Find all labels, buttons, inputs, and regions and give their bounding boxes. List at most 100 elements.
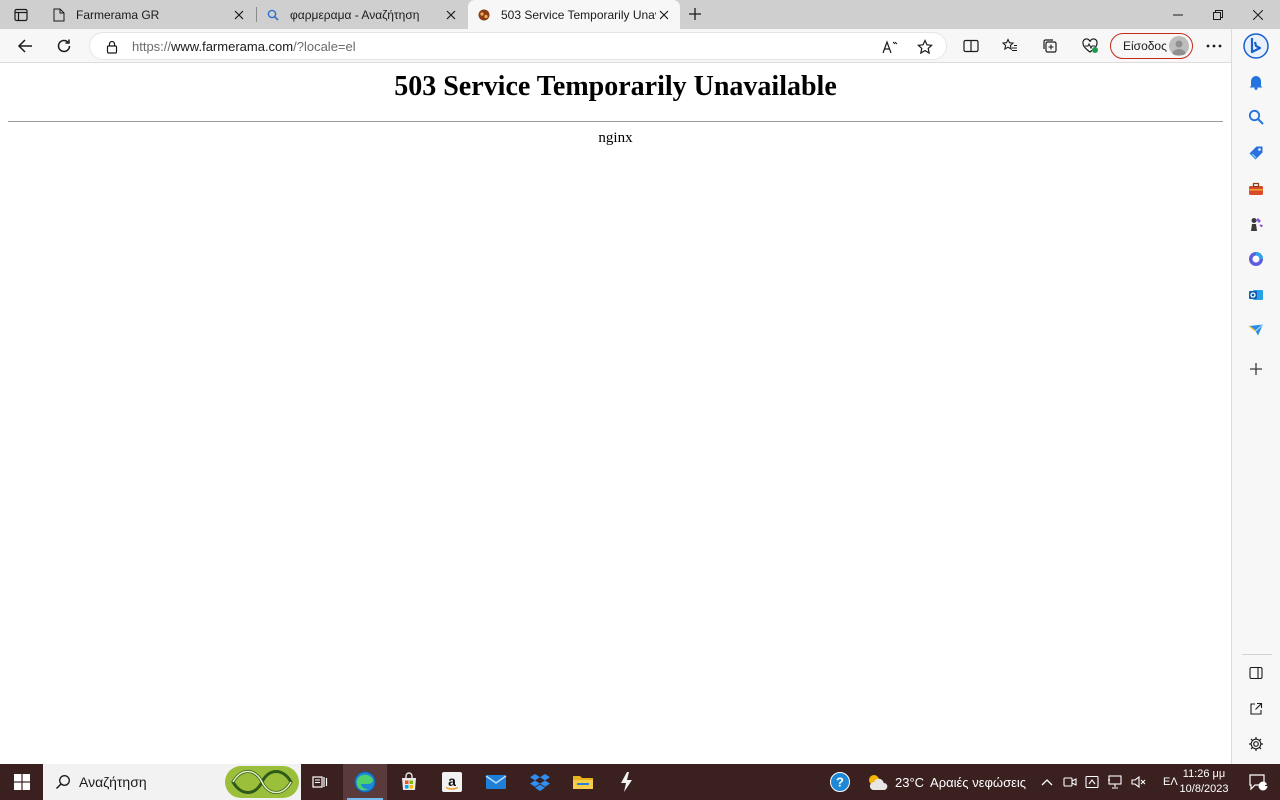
page-icon	[51, 7, 67, 23]
tab-label: φαρμεραμα - Αναζήτηση	[290, 7, 420, 22]
refresh-icon	[57, 39, 71, 53]
plus-icon	[689, 8, 701, 20]
address-bar[interactable]: https://www.farmerama.com/?locale=el	[89, 32, 947, 60]
partly-cloudy-icon	[869, 775, 888, 790]
more-icon	[1206, 44, 1222, 48]
favorite-button[interactable]	[913, 35, 937, 59]
network-icon[interactable]	[1107, 775, 1123, 789]
folder-icon	[573, 776, 593, 789]
volume-muted-icon[interactable]	[1131, 775, 1147, 789]
meet-now-icon[interactable]	[1063, 775, 1077, 789]
new-tab-button[interactable]	[684, 4, 706, 24]
favorites-button[interactable]	[996, 32, 1024, 60]
clock-date: 10/8/2023	[1179, 783, 1229, 795]
url-scheme: https://	[132, 39, 172, 54]
tab-503-error[interactable]: 503 Service Temporarily Unavaila	[468, 0, 680, 29]
url-text[interactable]: https://www.farmerama.com/?locale=el	[132, 39, 356, 54]
close-icon	[1253, 9, 1263, 20]
farmerama-favicon	[476, 7, 492, 23]
taskbar-mail[interactable]	[474, 764, 518, 800]
split-screen-icon	[963, 39, 979, 53]
sidebar-microsoft-365[interactable]	[1244, 247, 1268, 271]
close-tab-icon[interactable]	[656, 7, 672, 23]
svg-text:a: a	[448, 773, 456, 789]
restore-button[interactable]	[1198, 0, 1238, 29]
lock-icon[interactable]	[104, 39, 120, 55]
sidebar-shopping[interactable]	[1244, 141, 1268, 165]
bing-icon	[1243, 33, 1269, 59]
sidebar-hide[interactable]	[1244, 661, 1268, 685]
divider	[8, 121, 1223, 122]
favorites-list-icon	[1002, 38, 1017, 52]
settings-icon	[1249, 737, 1263, 751]
sidebar-games[interactable]	[1244, 212, 1268, 236]
weather-widget[interactable]: ? 23°C Αραιές νεφώσεις	[829, 764, 1026, 800]
browser-essentials-button[interactable]	[1076, 32, 1104, 60]
clock-time: 11:26 μμ	[1182, 768, 1226, 780]
taskbar-dropbox[interactable]	[518, 764, 562, 800]
mail-icon	[485, 775, 507, 789]
display-icon[interactable]	[1085, 775, 1099, 789]
collections-button[interactable]	[1036, 32, 1064, 60]
store-icon	[402, 772, 416, 790]
sidebar-tools[interactable]	[1244, 177, 1268, 201]
close-tab-icon[interactable]	[443, 7, 459, 23]
help-icon: ?	[830, 772, 850, 792]
collections-icon	[1043, 39, 1057, 53]
lightning-app-icon	[621, 772, 632, 792]
taskbar-edge[interactable]	[343, 764, 387, 800]
notification-count: 1	[1264, 778, 1270, 788]
amazon-icon: a	[442, 772, 462, 792]
error-heading: 503 Service Temporarily Unavailable	[394, 71, 837, 102]
read-aloud-button[interactable]	[878, 35, 902, 59]
system-tray: ΕΛ	[1041, 764, 1178, 800]
sidebar-detach[interactable]	[1244, 697, 1268, 721]
tab-farmerama-gr[interactable]: Farmerama GR	[43, 0, 255, 29]
chevron-up-icon[interactable]	[1041, 778, 1053, 786]
sidebar-outlook[interactable]	[1244, 283, 1268, 307]
tab-label: 503 Service Temporarily Unavaila	[501, 7, 656, 22]
taskbar-clock[interactable]: 11:26 μμ 10/8/2023	[1176, 767, 1232, 797]
windows-taskbar: Αναζήτηση a ? 23°C Αραιές νεφώσεις ΕΛ 11…	[0, 764, 1280, 800]
heart-pulse-icon	[1082, 38, 1098, 53]
search-highlight-icon[interactable]	[225, 766, 299, 798]
notification-center-button[interactable]: 1	[1236, 764, 1280, 800]
sidebar-notifications[interactable]	[1244, 70, 1268, 94]
profile-icon	[1172, 40, 1186, 55]
svg-text:?: ?	[836, 775, 844, 790]
taskbar-amazon[interactable]: a	[430, 764, 474, 800]
sign-in-label: Είσοδος	[1123, 39, 1167, 53]
task-view-button[interactable]	[298, 764, 342, 800]
dropbox-icon	[530, 774, 550, 791]
bing-chat-button[interactable]	[1242, 31, 1270, 61]
sidebar-add[interactable]	[1244, 357, 1268, 381]
start-button[interactable]	[0, 764, 43, 800]
tab-actions-button[interactable]	[8, 5, 34, 25]
sidebar-settings[interactable]	[1244, 732, 1268, 756]
close-tab-icon[interactable]	[231, 7, 247, 23]
more-menu-button[interactable]	[1200, 32, 1228, 60]
split-screen-button[interactable]	[957, 32, 985, 60]
star-icon	[917, 39, 933, 55]
sign-in-button[interactable]: Είσοδος	[1110, 33, 1193, 59]
taskbar-app-lightning[interactable]	[604, 764, 648, 800]
search-icon	[1248, 109, 1264, 125]
refresh-button[interactable]	[50, 32, 78, 60]
server-name: nginx	[598, 130, 633, 146]
search-icon	[55, 774, 71, 790]
taskbar-file-explorer[interactable]	[561, 764, 605, 800]
minimize-button[interactable]	[1158, 0, 1198, 29]
back-button[interactable]	[11, 32, 39, 60]
sidebar-search[interactable]	[1244, 105, 1268, 129]
task-view-icon	[312, 776, 328, 788]
sidebar-drop[interactable]	[1244, 318, 1268, 342]
tab-search[interactable]: φαρμεραμα - Αναζήτηση	[257, 0, 467, 29]
tag-icon	[1249, 146, 1263, 160]
close-window-button[interactable]	[1238, 0, 1278, 29]
taskbar-store[interactable]	[387, 764, 431, 800]
toolbox-icon	[1249, 182, 1263, 195]
weather-desc: Αραιές νεφώσεις	[930, 774, 1027, 790]
tab-label: Farmerama GR	[76, 7, 160, 22]
browser-toolbar: https://www.farmerama.com/?locale=el Είσ…	[0, 29, 1280, 63]
outlook-icon	[1249, 290, 1263, 300]
